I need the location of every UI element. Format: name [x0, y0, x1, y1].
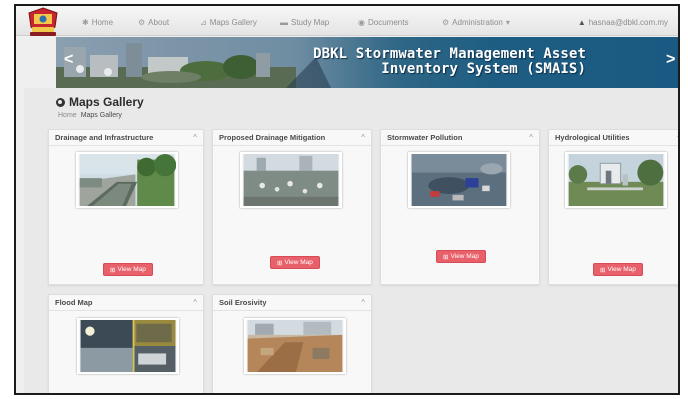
collapse-icon[interactable]: ^ [361, 133, 365, 142]
chart-icon: ▬ [280, 17, 288, 27]
soil-erosivity-thumbnail[interactable] [244, 318, 346, 374]
card-drainage-infrastructure: Drainage and Infrastructure ^ ⊞ View Map [48, 129, 204, 285]
banner-title: DBKL Stormwater Management Asset Invento… [313, 46, 586, 77]
banner-next-arrow[interactable]: > [666, 51, 675, 69]
card-header: Flood Map ^ [49, 295, 203, 311]
nav-administration-label: Administration [452, 17, 503, 27]
dbkl-logo[interactable] [26, 7, 60, 39]
banner-prev-arrow[interactable]: < [64, 51, 73, 69]
map-marker-icon: ⊞ [110, 266, 116, 274]
hydrological-thumbnail[interactable] [565, 152, 667, 208]
collapse-icon[interactable]: ^ [193, 133, 197, 142]
drainage-thumbnail[interactable] [76, 152, 178, 208]
page-title: Maps Gallery [56, 95, 144, 109]
breadcrumb: Home Maps Gallery [58, 112, 122, 119]
card-header: Proposed Drainage Mitigation ^ [213, 130, 371, 146]
chevron-down-icon: ▾ [505, 17, 510, 27]
browser-frame: ✱ Home ⚙ About ⊿ Maps Gallery ▬ Study Ma… [14, 4, 680, 395]
card-title: Stormwater Pollution [387, 133, 463, 142]
view-map-label: View Map [284, 259, 313, 266]
nav-maps-gallery-label: Maps Gallery [209, 17, 257, 27]
nav-home[interactable]: ✱ Home [82, 15, 113, 29]
collapse-icon[interactable]: ^ [677, 133, 678, 142]
view-map-label: View Map [607, 266, 636, 273]
card-title: Flood Map [55, 298, 93, 307]
card-stormwater-pollution: Stormwater Pollution ^ ⊞ View Map [380, 129, 540, 285]
nav-documents-label: Documents [367, 17, 409, 27]
mitigation-thumbnail[interactable] [240, 152, 342, 208]
map-marker-icon: ⊞ [277, 259, 283, 267]
map-icon: ⊿ [200, 17, 207, 27]
map-marker-icon: ⊞ [600, 266, 606, 274]
view-map-button[interactable]: ⊞ View Map [436, 250, 486, 263]
user-menu[interactable]: ▲ hasnaa@dbkl.com.my [578, 15, 668, 29]
nav-about[interactable]: ⚙ About [138, 15, 169, 29]
hero-banner: < DBKL Stormwater Management Asset Inven… [56, 37, 678, 88]
flood-thumbnail[interactable] [77, 318, 179, 374]
card-header: Hydrological Utilities ^ [549, 130, 678, 146]
card-title: Proposed Drainage Mitigation [219, 133, 326, 142]
card-header: Stormwater Pollution ^ [381, 130, 539, 146]
card-header: Soil Erosivity ^ [213, 295, 371, 311]
card-header: Drainage and Infrastructure ^ [49, 130, 203, 146]
nav-study-map-label: Study Map [291, 17, 330, 27]
nav-study-map[interactable]: ▬ Study Map [280, 15, 329, 29]
card-title: Hydrological Utilities [555, 133, 630, 142]
globe-icon [56, 97, 65, 107]
view-map-label: View Map [117, 266, 146, 273]
view-map-label: View Map [450, 253, 479, 260]
collapse-icon[interactable]: ^ [193, 298, 197, 307]
view-map-button[interactable]: ⊞ View Map [103, 263, 153, 276]
card-proposed-drainage-mitigation: Proposed Drainage Mitigation ^ ⊞ View Ma… [212, 129, 372, 285]
top-navbar: ✱ Home ⚙ About ⊿ Maps Gallery ▬ Study Ma… [16, 6, 678, 36]
nav-home-label: Home [91, 17, 114, 27]
card-title: Drainage and Infrastructure [55, 133, 154, 142]
card-title: Soil Erosivity [219, 298, 267, 307]
info-icon: ⚙ [138, 17, 146, 27]
collapse-icon[interactable]: ^ [529, 133, 533, 142]
gear-icon: ⚙ [442, 17, 450, 27]
pollution-thumbnail[interactable] [408, 152, 510, 208]
card-hydrological-utilities: Hydrological Utilities ^ ⊞ View Map [548, 129, 678, 285]
collapse-icon[interactable]: ^ [361, 298, 365, 307]
nav-about-label: About [148, 17, 170, 27]
home-icon: ✱ [82, 17, 89, 27]
nav-documents[interactable]: ◉ Documents [358, 15, 408, 29]
page-title-text: Maps Gallery [69, 95, 144, 109]
user-icon: ▲ [577, 17, 586, 27]
nav-maps-gallery[interactable]: ⊿ Maps Gallery [200, 15, 257, 29]
document-icon: ◉ [358, 17, 365, 27]
map-marker-icon: ⊞ [443, 253, 449, 261]
view-map-button[interactable]: ⊞ View Map [270, 256, 320, 269]
view-map-button[interactable]: ⊞ View Map [593, 263, 643, 276]
nav-administration[interactable]: ⚙ Administration ▾ [442, 15, 510, 29]
card-soil-erosivity: Soil Erosivity ^ [212, 294, 372, 393]
card-flood-map: Flood Map ^ [48, 294, 204, 393]
user-email: hasnaa@dbkl.com.my [588, 17, 668, 27]
breadcrumb-current: Maps Gallery [80, 112, 122, 119]
breadcrumb-home[interactable]: Home [58, 112, 77, 119]
